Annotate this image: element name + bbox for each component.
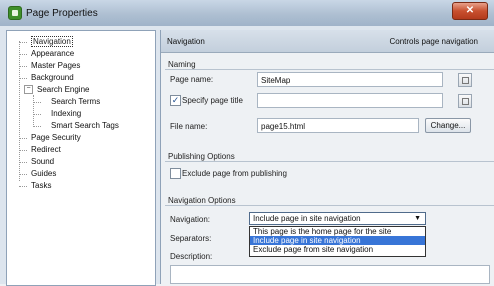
navigation-dropdown-list: This page is the home page for the site … — [249, 226, 426, 257]
tree-branch — [19, 186, 27, 187]
tree-item-page-security[interactable]: Page Security — [31, 132, 81, 143]
navigation-selected-value: Include page in site navigation — [253, 214, 361, 223]
exclude-publishing-label[interactable]: Exclude page from publishing — [182, 169, 287, 178]
tree-branch — [33, 126, 41, 127]
panel-description: Controls page navigation — [389, 37, 478, 46]
dropdown-option-exclude[interactable]: Exclude page from site navigation — [250, 245, 425, 254]
dropdown-option-home-page[interactable]: This page is the home page for the site — [250, 227, 425, 236]
tree-item-indexing[interactable]: Indexing — [51, 108, 81, 119]
tree-item-master-pages[interactable]: Master Pages — [31, 60, 80, 71]
tree-branch — [19, 138, 27, 139]
tree-item-redirect[interactable]: Redirect — [31, 144, 61, 155]
page-title-input[interactable] — [257, 93, 443, 108]
navigation-label: Navigation: — [170, 215, 211, 224]
tree-item-smart-search-tags[interactable]: Smart Search Tags — [51, 120, 119, 131]
tree-branch — [19, 54, 27, 55]
page-name-input[interactable]: SiteMap — [257, 72, 443, 87]
navigation-panel: Navigation Controls page navigation Nami… — [160, 30, 494, 284]
description-label: Description: — [170, 252, 213, 261]
page-name-label: Page name: — [170, 75, 214, 84]
app-icon — [8, 6, 22, 20]
naming-section-title: Naming — [168, 60, 196, 69]
publishing-section-title: Publishing Options — [168, 152, 235, 161]
separators-label: Separators: — [170, 234, 212, 243]
page-properties-dialog: Page Properties ✕ Navigation Appearance … — [0, 0, 494, 286]
navigation-options-section-title: Navigation Options — [168, 196, 236, 205]
tree-branch — [33, 102, 41, 103]
page-title-picker-icon[interactable] — [458, 94, 472, 108]
section-divider — [165, 161, 494, 162]
tree-branch — [33, 114, 41, 115]
page-name-picker-icon[interactable] — [458, 73, 472, 87]
tree-branch — [19, 66, 27, 67]
tree-branch — [19, 174, 27, 175]
change-button[interactable]: Change... — [425, 118, 471, 133]
tree-item-appearance[interactable]: Appearance — [31, 48, 74, 59]
exclude-publishing-checkbox[interactable] — [170, 168, 181, 179]
tree-item-background[interactable]: Background — [31, 72, 74, 83]
section-divider — [165, 69, 494, 70]
tree-item-search-terms[interactable]: Search Terms — [51, 96, 100, 107]
tree-item-navigation[interactable]: Navigation — [31, 36, 73, 47]
properties-tree: Navigation Appearance Master Pages Backg… — [6, 30, 156, 286]
tree-item-sound[interactable]: Sound — [31, 156, 54, 167]
title-bar[interactable]: Page Properties ✕ — [0, 0, 494, 26]
collapse-icon[interactable]: − — [24, 85, 33, 94]
dropdown-option-include[interactable]: Include page in site navigation — [250, 236, 425, 245]
tree-branch — [19, 42, 27, 43]
panel-title: Navigation — [167, 37, 205, 46]
tree-item-search-engine[interactable]: Search Engine — [37, 84, 89, 95]
tree-branch — [19, 78, 27, 79]
navigation-select[interactable]: Include page in site navigation ▼ — [249, 212, 426, 225]
specify-title-label[interactable]: Specify page title — [182, 96, 243, 105]
tree-connector — [19, 41, 20, 181]
tree-item-guides[interactable]: Guides — [31, 168, 56, 179]
file-name-label: File name: — [170, 122, 208, 131]
panel-header: Navigation Controls page navigation — [161, 30, 494, 53]
file-name-input[interactable]: page15.html — [257, 118, 419, 133]
tree-branch — [19, 150, 27, 151]
section-divider — [165, 205, 494, 206]
window-title: Page Properties — [26, 8, 98, 19]
specify-title-checkbox[interactable]: ✓ — [170, 95, 181, 106]
description-textarea[interactable] — [170, 265, 490, 284]
close-button[interactable]: ✕ — [452, 2, 488, 20]
tree-branch — [19, 162, 27, 163]
tree-connector — [33, 95, 34, 127]
tree-item-tasks[interactable]: Tasks — [31, 180, 51, 191]
chevron-down-icon[interactable]: ▼ — [414, 213, 421, 224]
